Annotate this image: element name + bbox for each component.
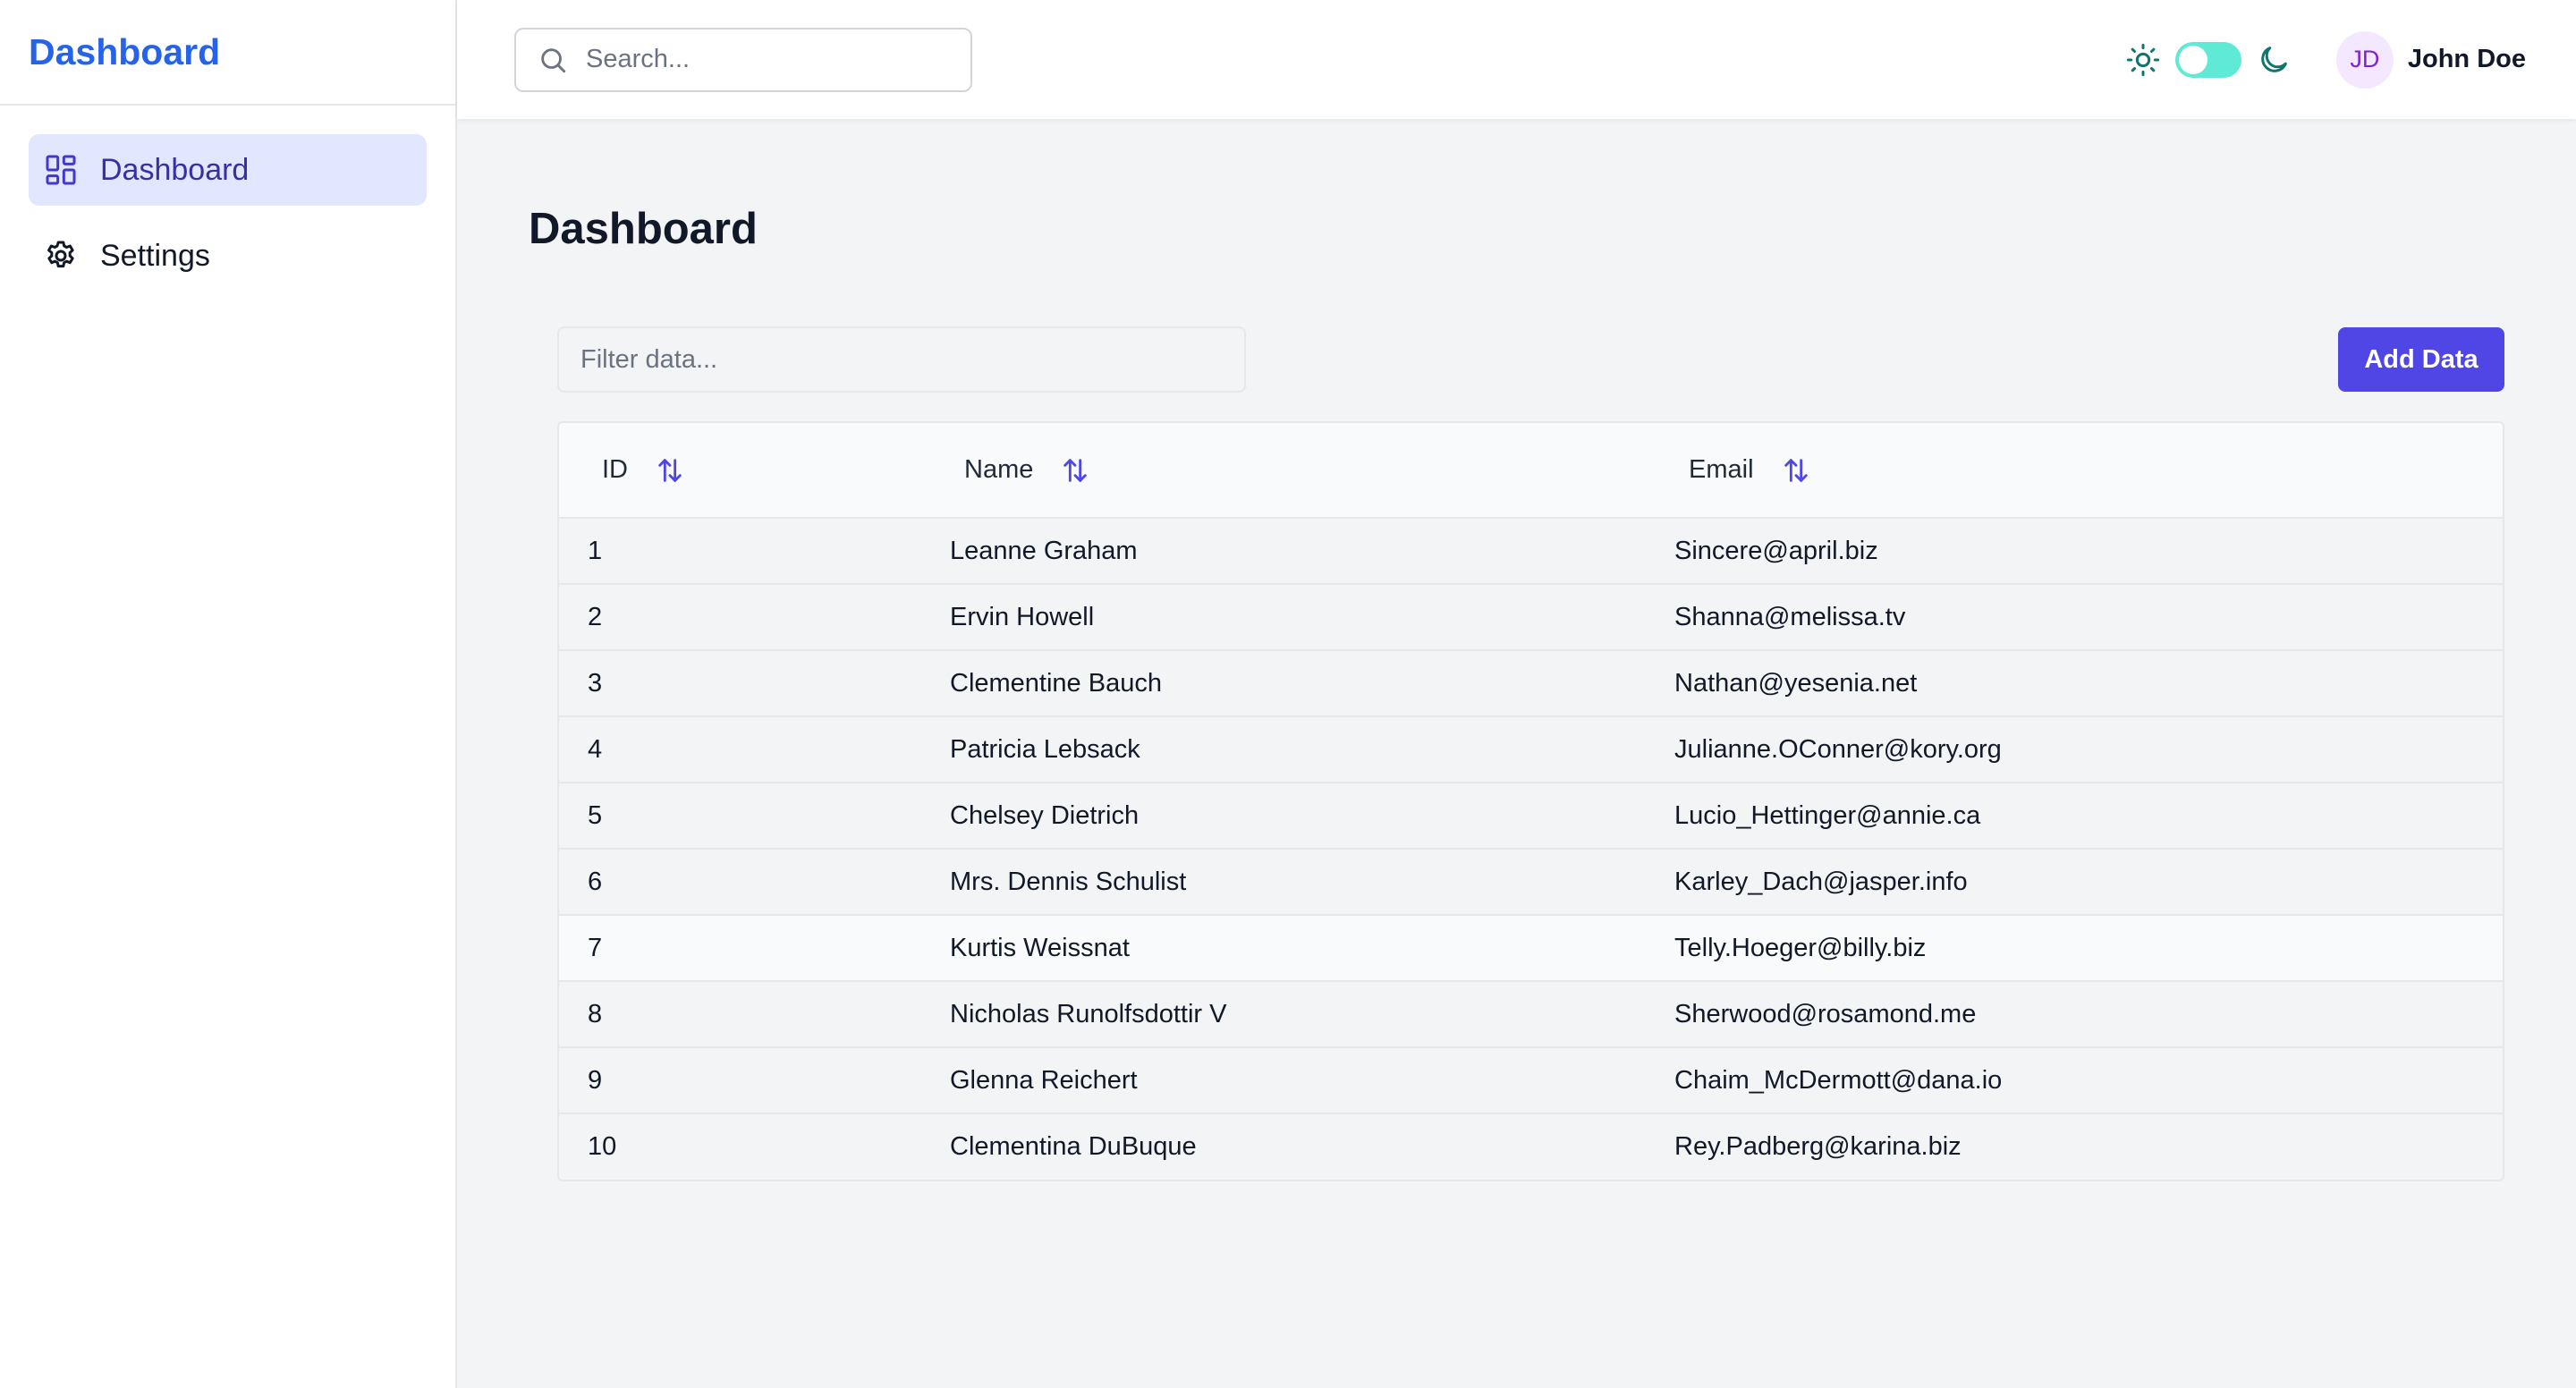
moon-icon[interactable] [2256,42,2292,78]
cell-email: Chaim_McDermott@dana.io [1674,1065,2003,1095]
cell-name: Glenna Reichert [950,1065,1138,1095]
user-name: John Doe [2407,45,2526,73]
cell-name: Leanne Graham [950,536,1138,565]
sidebar-item-settings[interactable]: Settings [29,220,427,292]
cell-name: Patricia Lebsack [950,734,1140,764]
data-table-container: ID Name Email 1 Leanne Graham Sincere@ap… [557,421,2504,1181]
column-header-label: Name [964,455,1034,484]
cell-id: 10 [588,1132,617,1161]
toggle-knob [2178,45,2207,74]
cell-name: Kurtis Weissnat [950,933,1130,962]
search-icon [541,47,566,72]
page-title: Dashboard [529,205,758,253]
topbar: JD John Doe [457,0,2576,119]
table-header-row: ID Name Email [559,423,2503,518]
cell-id: 4 [588,734,603,764]
sidebar-nav: Dashboard Settings [0,106,455,334]
sort-icon[interactable] [1060,455,1090,486]
cell-id: 7 [588,933,603,962]
sidebar-item-label: Dashboard [100,152,250,187]
sort-icon[interactable] [1781,455,1811,486]
cell-id: 3 [588,668,603,698]
table-row[interactable]: 2 Ervin Howell Shanna@melissa.tv [559,584,2503,650]
add-data-button[interactable]: Add Data [2338,327,2504,392]
cell-name: Clementina DuBuque [950,1132,1197,1161]
table-row[interactable]: 7 Kurtis Weissnat Telly.Hoeger@billy.biz [559,915,2503,981]
cell-email: Rey.Padberg@karina.biz [1674,1132,1962,1161]
main-area: JD John Doe Dashboard Add Data ID [457,0,2576,1388]
column-header-label: ID [602,455,628,484]
theme-toggle[interactable] [2174,41,2241,78]
dashboard-grid-icon [43,152,79,188]
cell-name: Clementine Bauch [950,668,1162,698]
table-row[interactable]: 10 Clementina DuBuque Rey.Padberg@karina… [559,1113,2503,1180]
table-row[interactable]: 6 Mrs. Dennis Schulist Karley_Dach@jaspe… [559,849,2503,915]
cell-id: 5 [588,800,603,830]
table-row[interactable]: 5 Chelsey Dietrich Lucio_Hettinger@annie… [559,783,2503,849]
table-row[interactable]: 8 Nicholas Runolfsdottir V Sherwood@rosa… [559,981,2503,1047]
topbar-right: JD John Doe [2125,30,2526,89]
table-row[interactable]: 3 Clementine Bauch Nathan@yesenia.net [559,650,2503,716]
content: Dashboard Add Data ID [457,119,2576,1181]
cell-email: Shanna@melissa.tv [1674,602,1906,631]
table-row[interactable]: 1 Leanne Graham Sincere@april.biz [559,518,2503,584]
search-box[interactable] [514,27,972,92]
sidebar-brand: Dashboard [0,0,455,106]
sidebar-item-label: Settings [100,238,210,273]
cell-email: Sherwood@rosamond.me [1674,999,1977,1028]
cell-id: 9 [588,1065,603,1095]
app-root: Dashboard Dashboard Settings Search... J… [0,0,2576,1388]
cell-id: 2 [588,602,603,631]
column-header-label: Email [1689,455,1754,484]
cell-id: 6 [588,867,603,896]
cell-email: Telly.Hoeger@billy.biz [1674,933,1927,962]
table-row[interactable]: 4 Patricia Lebsack Julianne.OConner@kory… [559,716,2503,783]
cell-email: Karley_Dach@jasper.info [1674,867,1968,896]
cell-name: Ervin Howell [950,602,1095,631]
cell-id: 1 [588,536,603,565]
filter-input[interactable] [557,326,1246,393]
column-header-email[interactable]: Email [1646,423,2503,518]
cell-email: Nathan@yesenia.net [1674,668,1918,698]
cell-email: Lucio_Hettinger@annie.ca [1674,800,1981,830]
column-header-name[interactable]: Name [921,423,1646,518]
cell-name: Nicholas Runolfsdottir V [950,999,1227,1028]
cell-email: Sincere@april.biz [1674,536,1878,565]
sidebar: Dashboard Dashboard Settings [0,0,457,1388]
avatar: JD [2335,30,2394,89]
column-header-id[interactable]: ID [559,423,921,518]
cell-name: Mrs. Dennis Schulist [950,867,1187,896]
cell-id: 8 [588,999,603,1028]
table-row[interactable]: 9 Glenna Reichert Chaim_McDermott@dana.i… [559,1047,2503,1113]
gear-icon [43,238,79,274]
table-toolbar: Add Data [529,326,2504,393]
brand-title[interactable]: Dashboard [29,31,220,73]
sidebar-item-dashboard[interactable]: Dashboard [29,134,427,206]
user-menu[interactable]: JD John Doe [2335,30,2526,89]
cell-name: Chelsey Dietrich [950,800,1140,830]
data-table: ID Name Email 1 Leanne Graham Sincere@ap… [559,423,2503,1180]
search-input[interactable] [586,45,949,74]
sort-icon[interactable] [655,455,685,486]
cell-email: Julianne.OConner@kory.org [1674,734,2002,764]
sun-icon[interactable] [2125,42,2161,78]
